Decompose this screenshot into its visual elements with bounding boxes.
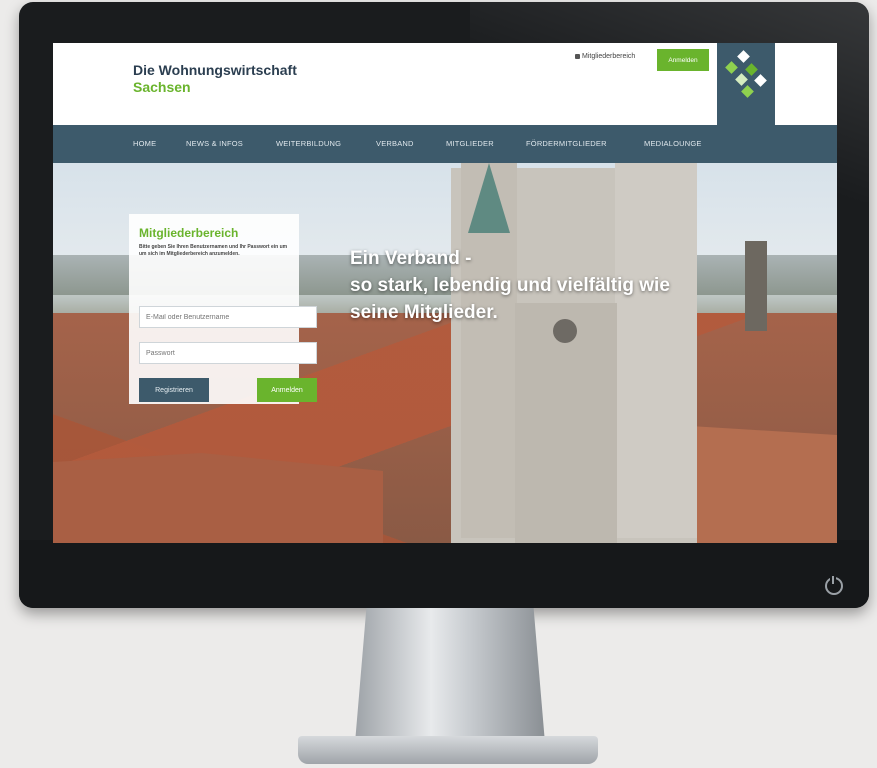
monitor-stand bbox=[355, 608, 545, 743]
monitor-chin bbox=[19, 540, 869, 608]
password-field[interactable] bbox=[139, 342, 317, 364]
nav-training[interactable]: WEITERBILDUNG bbox=[276, 139, 341, 148]
nav-sponsors[interactable]: FÖRDERMITGLIEDER bbox=[526, 139, 607, 148]
site-header: Die Wohnungswirtschaft Sachsen Mitgliede… bbox=[53, 43, 837, 125]
nav-members[interactable]: MITGLIEDER bbox=[446, 139, 494, 148]
register-button[interactable]: Registrieren bbox=[139, 378, 209, 402]
nav-medialounge[interactable]: MEDIALOUNGE bbox=[644, 139, 702, 148]
header-login-button[interactable]: Anmelden bbox=[657, 49, 709, 71]
website-screen: Die Wohnungswirtschaft Sachsen Mitgliede… bbox=[53, 43, 837, 543]
hero-line-3: seine Mitglieder. bbox=[350, 302, 498, 323]
login-panel: Mitgliederbereich Bitte geben Sie Ihren … bbox=[129, 214, 317, 404]
login-panel-title: Mitgliederbereich bbox=[139, 226, 239, 240]
power-icon[interactable] bbox=[825, 576, 843, 595]
members-area-link[interactable]: Mitgliederbereich bbox=[575, 53, 635, 60]
nav-news[interactable]: NEWS & INFOS bbox=[186, 139, 243, 148]
hero-line-2: so stark, lebendig und vielfältig wie bbox=[350, 275, 670, 296]
hero-far-tower bbox=[745, 241, 767, 331]
login-panel-description: Bitte geben Sie Ihren Benutzernamen und … bbox=[139, 244, 288, 257]
hero-headline: Ein Verband - so stark, lebendig und vie… bbox=[350, 245, 670, 326]
hero-line-1: Ein Verband - bbox=[350, 248, 472, 269]
site-name[interactable]: Die Wohnungswirtschaft bbox=[133, 62, 297, 78]
nav-association[interactable]: VERBAND bbox=[376, 139, 414, 148]
main-nav: HOME NEWS & INFOS WEITERBILDUNG VERBAND … bbox=[53, 125, 837, 163]
hero-roof-left bbox=[53, 453, 383, 543]
hero-banner: Ein Verband - so stark, lebendig und vie… bbox=[53, 163, 837, 543]
site-name-sub[interactable]: Sachsen bbox=[133, 79, 191, 95]
lock-icon bbox=[575, 53, 580, 59]
hero-church-tower-right bbox=[615, 163, 697, 538]
monitor-base bbox=[298, 736, 598, 764]
login-button[interactable]: Anmelden bbox=[257, 378, 317, 402]
nav-home[interactable]: HOME bbox=[133, 139, 156, 148]
username-field[interactable] bbox=[139, 306, 317, 328]
members-area-label: Mitgliederbereich bbox=[582, 53, 636, 60]
logo-badge[interactable] bbox=[717, 43, 775, 125]
